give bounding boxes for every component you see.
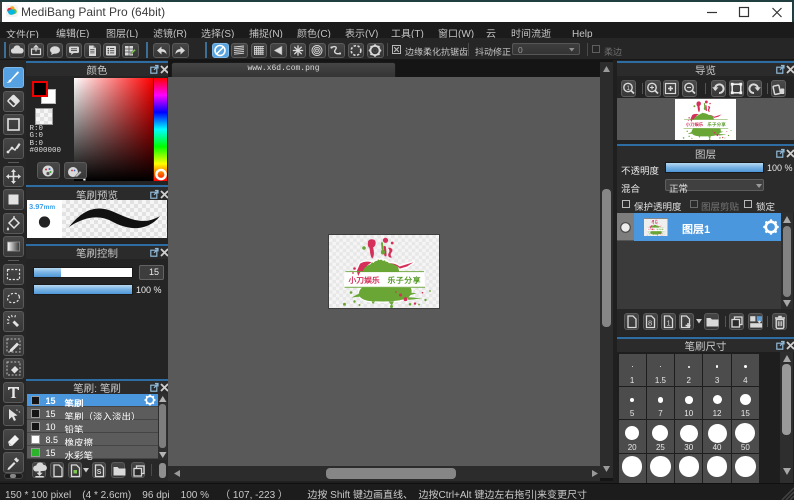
svg-text:S: S xyxy=(96,469,101,476)
svg-text:1: 1 xyxy=(666,318,670,327)
svg-text:8: 8 xyxy=(648,318,652,327)
